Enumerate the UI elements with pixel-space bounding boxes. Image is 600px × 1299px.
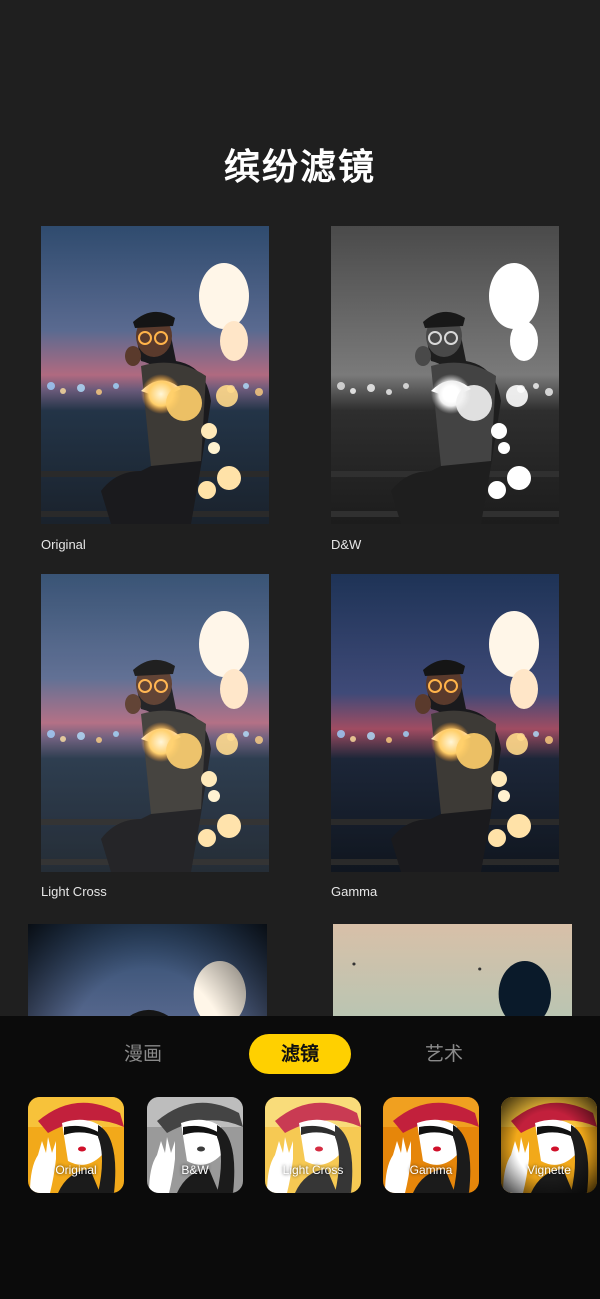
preview-original-image: [41, 226, 269, 524]
filter-thumb-vignette-image: [501, 1097, 597, 1193]
tab-art[interactable]: 艺术: [404, 1034, 484, 1074]
preview-caption: Gamma: [331, 884, 378, 899]
tab-filters[interactable]: 滤镜: [249, 1034, 351, 1074]
filter-thumb-original[interactable]: Original: [28, 1097, 124, 1193]
preview-gamma-image: [331, 574, 559, 872]
filter-thumb-light-cross-image: [265, 1097, 361, 1193]
filter-thumb-label: Vignette: [527, 1163, 571, 1177]
preview-light-cross-image: [41, 574, 269, 872]
tab-manga[interactable]: 漫画: [103, 1034, 183, 1074]
filter-thumb-label: Gamma: [409, 1163, 453, 1177]
filter-thumb-gamma[interactable]: Gamma: [383, 1097, 479, 1193]
preview-light-cross[interactable]: [41, 574, 269, 872]
filter-thumb-label: Original: [55, 1163, 97, 1177]
filter-thumb-bw[interactable]: B&W: [147, 1097, 243, 1193]
preview-caption: Original: [41, 537, 86, 552]
page-title: 缤纷滤镜: [223, 147, 376, 188]
preview-dw[interactable]: [331, 226, 559, 524]
filter-thumb-label: B&W: [181, 1163, 209, 1177]
filter-thumb-gamma-image: [383, 1097, 479, 1193]
filter-thumb-bw-image: [147, 1097, 243, 1193]
filter-panel: 漫画 滤镜 艺术 Original B&W Light Cross Gamma …: [0, 1016, 600, 1299]
filter-thumb-light-cross[interactable]: Light Cross: [265, 1097, 361, 1193]
filter-thumb-label: Light Cross: [282, 1163, 344, 1177]
preview-dw-image: [331, 226, 559, 524]
preview-original[interactable]: [41, 226, 269, 524]
preview-caption: D&W: [331, 537, 362, 552]
filter-thumb-original-image: [28, 1097, 124, 1193]
preview-gamma[interactable]: [331, 574, 559, 872]
preview-caption: Light Cross: [41, 884, 107, 899]
filter-thumb-vignette[interactable]: Vignette: [501, 1097, 597, 1193]
